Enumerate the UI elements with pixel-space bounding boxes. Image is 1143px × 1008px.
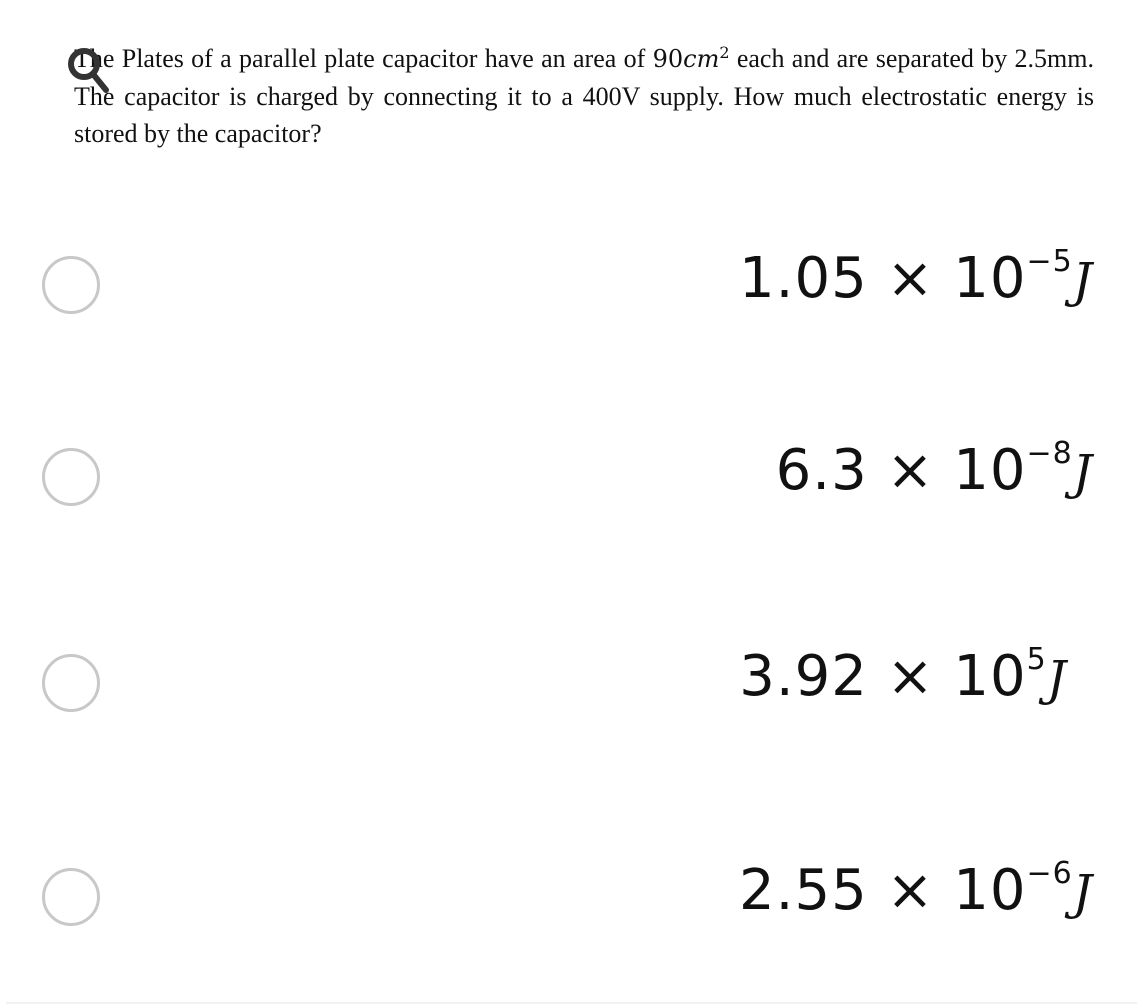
radio-button[interactable] (42, 448, 100, 506)
radio-button[interactable] (42, 654, 100, 712)
radio-button[interactable] (42, 868, 100, 926)
question-text: The Plates of a parallel plate capacitor… (74, 34, 1094, 152)
area-value: 90cm2 (652, 43, 730, 73)
radio-button[interactable] (42, 256, 100, 314)
option-3[interactable]: 3.92 × 105J (0, 638, 1143, 728)
option-1-label: 1.05 × 10−5J (739, 244, 1093, 311)
option-4[interactable]: 2.55 × 10−6J (0, 852, 1143, 942)
option-3-label: 3.92 × 105J (739, 642, 1067, 709)
search-icon[interactable] (66, 46, 110, 94)
question-text-start: The Plates of a parallel plate capacitor… (74, 44, 653, 73)
option-4-label: 2.55 × 10−6J (739, 856, 1093, 923)
option-2-label: 6.3 × 10−8J (775, 436, 1093, 503)
option-1[interactable]: 1.05 × 10−5J (0, 240, 1143, 330)
option-2[interactable]: 6.3 × 10−8J (0, 432, 1143, 522)
bottom-divider (6, 1002, 1137, 1004)
